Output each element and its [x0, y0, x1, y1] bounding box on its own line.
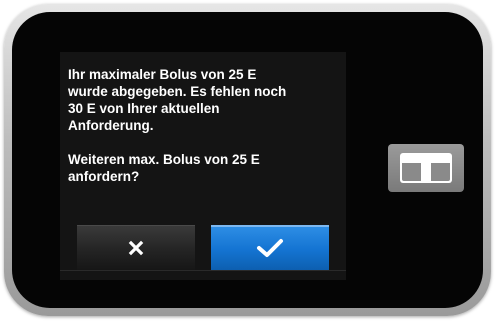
touchscreen: Ihr maximaler Bolus von 25 E wurde abgeg… [60, 52, 346, 280]
device-frame: Ihr maximaler Bolus von 25 E wurde abgeg… [4, 4, 491, 316]
checkmark-icon [257, 238, 283, 257]
device-body: Ihr maximaler Bolus von 25 E wurde abgeg… [12, 12, 483, 308]
screen-divider [60, 270, 346, 271]
bolus-delivered-text: Ihr maximaler Bolus von 25 E wurde abgeg… [68, 67, 287, 133]
request-question-text: Weiteren max. Bolus von 25 E anfordern? [68, 152, 260, 184]
confirm-button[interactable] [211, 225, 329, 270]
dialog-message: Ihr maximaler Bolus von 25 E wurde abgeg… [68, 66, 340, 185]
t-logo-icon [388, 144, 464, 192]
cancel-button[interactable] [77, 225, 195, 270]
close-icon [128, 240, 144, 256]
confirm-button-highlight [211, 225, 329, 227]
